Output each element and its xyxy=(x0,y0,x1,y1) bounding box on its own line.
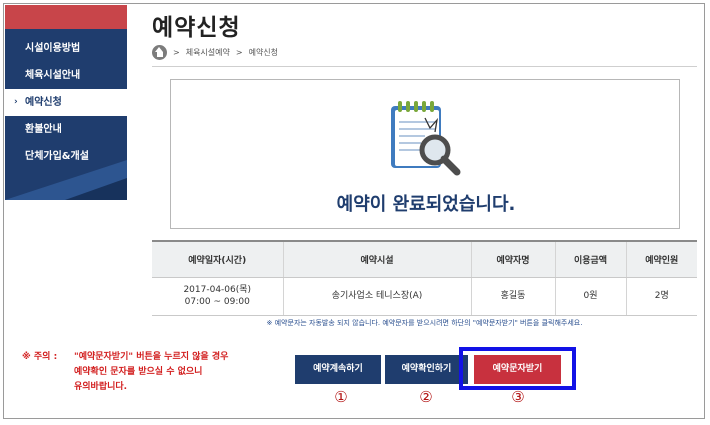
warning-note: ※ 주의 : "예약문자받기" 버튼을 누르지 않을 경우예약확인 문자를 받으실… xyxy=(22,350,228,395)
table-header-row: 예약일자(시간) 예약시설 예약자명 이용금액 예약인원 xyxy=(152,240,697,278)
chevron-right-icon: › xyxy=(14,97,18,107)
completion-message: 예약이 완료되었습니다. xyxy=(336,194,516,215)
breadcrumb-item-facility-reservation[interactable]: 체육시설예약 xyxy=(186,47,230,58)
warning-text: "예약문자받기" 버튼을 누르지 않을 경우예약확인 문자를 받으실 수 없으니… xyxy=(74,350,228,395)
sidebar: 시설이용방법 체육시설안내 › 예약신청 환불안내 단체가입&개설 xyxy=(5,5,129,200)
page-title: 예약신청 xyxy=(152,15,241,41)
cell-fee: 0원 xyxy=(554,277,626,316)
table-row: 2017-04-06(목) 07:00 ~ 09:00 송기사업소 테니스장(A)… xyxy=(152,277,697,316)
reservation-time: 07:00 ~ 09:00 xyxy=(184,297,250,307)
sidebar-top-bar xyxy=(5,5,127,29)
warning-line-2: 예약확인 문자를 받으실 수 없으니 xyxy=(74,367,203,377)
sidebar-menu: 시설이용방법 체육시설안내 › 예약신청 환불안내 단체가입&개설 xyxy=(5,35,129,170)
sidebar-decoration xyxy=(5,160,127,200)
cell-facility: 송기사업소 테니스장(A) xyxy=(282,277,471,316)
reservation-table: 예약일자(시간) 예약시설 예약자명 이용금액 예약인원 2017-04-06(… xyxy=(152,240,697,316)
home-icon[interactable] xyxy=(152,44,167,60)
column-header-date: 예약일자(시간) xyxy=(152,240,283,278)
sidebar-item-label: 환불안내 xyxy=(25,124,62,135)
continue-reservation-button[interactable]: 예약계속하기 xyxy=(295,355,381,384)
breadcrumb-separator: > xyxy=(235,47,243,57)
receive-sms-button[interactable]: 예약문자받기 xyxy=(474,355,561,384)
breadcrumb-item-reservation[interactable]: 예약신청 xyxy=(249,47,278,58)
marker-three: ③ xyxy=(511,388,525,406)
reservation-date: 2017-04-06(목) xyxy=(183,285,252,295)
breadcrumb: > 체육시설예약 > 예약신청 xyxy=(152,44,284,60)
sidebar-item-label: 시설이용방법 xyxy=(25,43,81,54)
warning-line-1: "예약문자받기" 버튼을 누르지 않을 경우 xyxy=(74,352,229,362)
header-divider xyxy=(152,66,697,67)
warning-line-3: 유의바랍니다. xyxy=(74,382,128,392)
sidebar-item-facility-info[interactable]: 체육시설안내 xyxy=(5,62,127,89)
marker-two: ② xyxy=(419,388,433,406)
cell-name: 홍길동 xyxy=(470,277,555,316)
column-header-people: 예약인원 xyxy=(625,240,697,278)
sidebar-item-label: 체육시설안내 xyxy=(25,70,81,81)
sidebar-item-usage[interactable]: 시설이용방법 xyxy=(5,35,127,62)
column-header-fee: 이용금액 xyxy=(554,240,626,278)
completion-box: 예약이 완료되었습니다. xyxy=(170,79,680,229)
confirm-reservation-button[interactable]: 예약확인하기 xyxy=(385,355,468,384)
sidebar-item-label: 예약신청 xyxy=(25,97,62,108)
breadcrumb-separator: > xyxy=(173,47,180,57)
column-header-facility: 예약시설 xyxy=(282,240,471,278)
sidebar-item-reservation[interactable]: › 예약신청 xyxy=(5,89,129,116)
cell-people: 2명 xyxy=(625,277,697,316)
notepad-magnifier-icon xyxy=(391,101,461,176)
sidebar-item-refund[interactable]: 환불안내 xyxy=(5,116,127,143)
cell-date: 2017-04-06(목) 07:00 ~ 09:00 xyxy=(152,277,283,316)
warning-label: ※ 주의 : xyxy=(22,352,58,362)
column-header-name: 예약자명 xyxy=(470,240,555,278)
marker-one: ① xyxy=(334,388,348,406)
sms-notice: ※ 예약문자는 자동발송 되지 않습니다. 예약문자를 받으시려면 하단의 "예… xyxy=(266,319,583,327)
